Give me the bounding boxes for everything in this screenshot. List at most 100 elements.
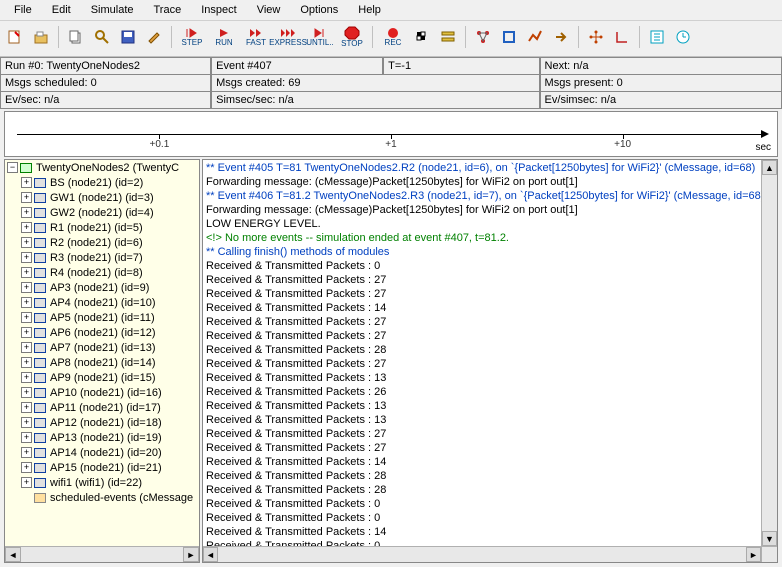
tree-node[interactable]: +AP6 (node21) (id=12) [5, 325, 199, 340]
scroll-left-icon[interactable]: ◄ [5, 547, 21, 562]
fast-button[interactable]: FAST [242, 27, 270, 47]
layout-icon[interactable] [585, 26, 607, 48]
log-line: <!> No more events -- simulation ended a… [206, 231, 774, 245]
tree-node[interactable]: +AP9 (node21) (id=15) [5, 370, 199, 385]
arrow-icon[interactable] [550, 26, 572, 48]
tree-node[interactable]: +AP15 (node21) (id=21) [5, 460, 199, 475]
tick-label: +1 [385, 139, 396, 150]
expand-icon[interactable]: + [21, 357, 32, 368]
tree-node[interactable]: +R4 (node21) (id=8) [5, 265, 199, 280]
save-icon[interactable] [117, 26, 139, 48]
expand-icon[interactable]: + [21, 342, 32, 353]
step-button[interactable]: STEP [178, 27, 206, 47]
express-button[interactable]: EXPRESS [274, 27, 302, 47]
tree-node[interactable]: +R2 (node21) (id=6) [5, 235, 199, 250]
menu-view[interactable]: View [247, 2, 291, 18]
expand-icon[interactable]: + [21, 447, 32, 458]
expand-icon[interactable]: + [21, 432, 32, 443]
log-panel[interactable]: ** Event #405 T=81 TwentyOneNodes2.R2 (n… [202, 159, 778, 563]
until-button[interactable]: UNTIL.. [306, 27, 334, 47]
menu-trace[interactable]: Trace [144, 2, 192, 18]
tree-node[interactable]: +AP14 (node21) (id=20) [5, 445, 199, 460]
menu-help[interactable]: Help [348, 2, 391, 18]
expand-icon[interactable]: + [21, 462, 32, 473]
expand-icon[interactable]: + [21, 417, 32, 428]
tree-label: AP4 (node21) (id=10) [50, 297, 155, 309]
log-hscrollbar[interactable]: ◄ ► [203, 546, 761, 562]
tree-hscrollbar[interactable]: ◄ ► [5, 546, 199, 562]
expand-icon[interactable]: + [21, 222, 32, 233]
menu-simulate[interactable]: Simulate [81, 2, 144, 18]
module-icon [34, 403, 46, 413]
expand-icon[interactable]: + [21, 237, 32, 248]
tree-node[interactable]: +AP11 (node21) (id=17) [5, 400, 199, 415]
menu-inspect[interactable]: Inspect [191, 2, 246, 18]
network-icon[interactable] [472, 26, 494, 48]
log-line: Received & Transmitted Packets : 13 [206, 399, 774, 413]
vector-icon[interactable] [524, 26, 546, 48]
collapse-icon[interactable]: − [7, 162, 18, 173]
menu-file[interactable]: File [4, 2, 42, 18]
log-line: Received & Transmitted Packets : 27 [206, 329, 774, 343]
axis-icon[interactable] [611, 26, 633, 48]
expand-icon[interactable]: + [21, 207, 32, 218]
scroll-down-icon[interactable]: ▼ [762, 531, 777, 546]
expand-icon[interactable]: + [21, 192, 32, 203]
tree-node[interactable]: +AP13 (node21) (id=19) [5, 430, 199, 445]
expand-icon[interactable]: + [21, 282, 32, 293]
tree-label: AP3 (node21) (id=9) [50, 282, 149, 294]
tree-label: wifi1 (wifi1) (id=22) [50, 477, 142, 489]
load-icon[interactable] [30, 26, 52, 48]
run-button[interactable]: RUN [210, 27, 238, 47]
tree-scheduled[interactable]: scheduled-events (cMessage [5, 490, 199, 505]
tree-node[interactable]: + AP4 (node21) (id=10) [5, 295, 199, 310]
expand-icon[interactable]: + [21, 402, 32, 413]
tree-node[interactable]: + AP3 (node21) (id=9) [5, 280, 199, 295]
expand-icon[interactable]: + [21, 177, 32, 188]
flag-icon[interactable] [411, 26, 433, 48]
stop-button[interactable]: STOP [338, 26, 366, 48]
new-run-icon[interactable] [4, 26, 26, 48]
scroll-left-icon[interactable]: ◄ [203, 547, 218, 562]
copy-icon[interactable] [65, 26, 87, 48]
scroll-up-icon[interactable]: ▲ [762, 160, 777, 175]
tree-node[interactable]: +AP10 (node21) (id=16) [5, 385, 199, 400]
rec-button[interactable]: REC [379, 27, 407, 47]
tree-node[interactable]: + AP8 (node21) (id=14) [5, 355, 199, 370]
expand-icon[interactable]: + [21, 372, 32, 383]
tree-node[interactable]: +GW1 (node21) (id=3) [5, 190, 199, 205]
time-icon[interactable] [672, 26, 694, 48]
log-line: ** Event #406 T=81.2 TwentyOneNodes2.R3 … [206, 189, 774, 203]
log-vscrollbar[interactable]: ▲ ▼ [761, 160, 777, 546]
tree-node[interactable]: +AP5 (node21) (id=11) [5, 310, 199, 325]
tree-node[interactable]: +R1 (node21) (id=5) [5, 220, 199, 235]
expand-icon[interactable]: + [21, 267, 32, 278]
expand-icon[interactable]: + [21, 312, 32, 323]
tree-node[interactable]: +R3 (node21) (id=7) [5, 250, 199, 265]
tree-label: AP8 (node21) (id=14) [50, 357, 155, 369]
object-tree[interactable]: −TwentyOneNodes2 (TwentyC+BS (node21) (i… [4, 159, 200, 563]
menu-edit[interactable]: Edit [42, 2, 81, 18]
timeline[interactable]: +0.1 +1 +10 sec [4, 111, 778, 157]
tree-node[interactable]: +BS (node21) (id=2) [5, 175, 199, 190]
tree-node[interactable]: + wifi1 (wifi1) (id=22) [5, 475, 199, 490]
tree-view-icon[interactable] [646, 26, 668, 48]
log-line: Received & Transmitted Packets : 27 [206, 357, 774, 371]
module-icon[interactable] [498, 26, 520, 48]
tree-root[interactable]: −TwentyOneNodes2 (TwentyC [5, 160, 199, 175]
expand-icon[interactable]: + [21, 477, 32, 488]
expand-icon[interactable]: + [21, 252, 32, 263]
tree-node[interactable]: +AP12 (node21) (id=18) [5, 415, 199, 430]
find-icon[interactable] [91, 26, 113, 48]
menu-options[interactable]: Options [290, 2, 348, 18]
expand-icon[interactable]: + [21, 387, 32, 398]
separator [58, 26, 59, 48]
tree-node[interactable]: +AP7 (node21) (id=13) [5, 340, 199, 355]
tree-node[interactable]: +GW2 (node21) (id=4) [5, 205, 199, 220]
options-icon[interactable] [437, 26, 459, 48]
expand-icon[interactable]: + [21, 297, 32, 308]
scroll-right-icon[interactable]: ► [746, 547, 761, 562]
scroll-right-icon[interactable]: ► [183, 547, 199, 562]
edit-icon[interactable] [143, 26, 165, 48]
expand-icon[interactable]: + [21, 327, 32, 338]
